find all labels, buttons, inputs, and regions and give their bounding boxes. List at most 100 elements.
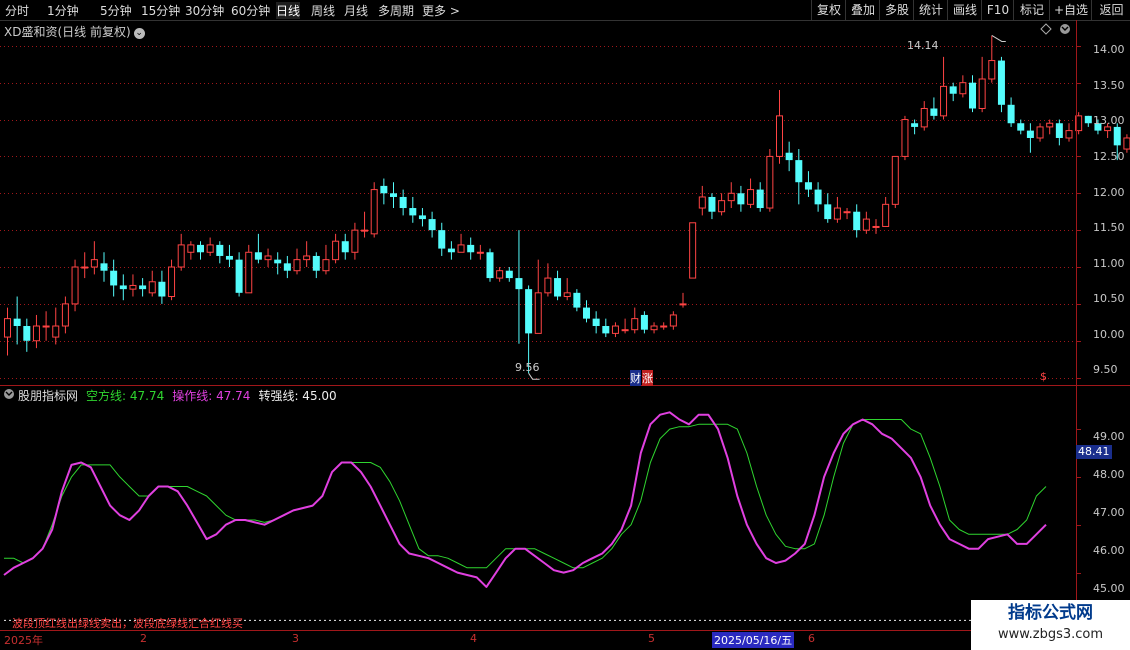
candle-body bbox=[544, 277, 552, 294]
candle bbox=[804, 171, 812, 197]
zhang-marker[interactable]: 涨 bbox=[642, 370, 653, 386]
strategy-note: 波段顶红线出绿线卖出，波段底绿线汇合红线买 bbox=[12, 617, 243, 630]
candle-body bbox=[843, 211, 851, 214]
candle bbox=[23, 318, 31, 352]
candle-body bbox=[708, 196, 716, 212]
candle-body bbox=[640, 314, 648, 330]
candle-body bbox=[891, 155, 899, 205]
date-label: 2025年 bbox=[4, 634, 43, 647]
candle bbox=[4, 307, 11, 356]
candle bbox=[254, 233, 262, 264]
zhuanqiang-value: 转强线: 45.00 bbox=[258, 389, 337, 403]
diamond-icon[interactable] bbox=[1040, 23, 1052, 35]
candle bbox=[997, 56, 1005, 113]
kongfang-line bbox=[4, 419, 1047, 569]
candle-body bbox=[930, 108, 938, 116]
candle-body bbox=[110, 270, 118, 286]
candle-body bbox=[969, 82, 976, 109]
candle-body bbox=[467, 244, 475, 253]
candle bbox=[235, 252, 243, 297]
candle bbox=[447, 241, 455, 260]
candle-body bbox=[988, 60, 996, 80]
candle bbox=[380, 178, 388, 205]
candle-body bbox=[341, 241, 349, 253]
price-tick: 12.50 bbox=[1093, 150, 1125, 163]
price-tick: 12.00 bbox=[1093, 186, 1125, 199]
selected-date[interactable]: 2025/05/16/五 bbox=[712, 632, 795, 648]
candle bbox=[1036, 123, 1044, 142]
candle-body bbox=[177, 244, 185, 268]
candle bbox=[139, 278, 147, 297]
candle-body bbox=[872, 225, 880, 228]
candle-body bbox=[380, 185, 388, 194]
candle-body bbox=[81, 266, 89, 269]
candle bbox=[766, 149, 774, 212]
candle-body bbox=[650, 325, 658, 331]
candle bbox=[573, 289, 581, 312]
candle bbox=[158, 270, 166, 304]
candle bbox=[216, 241, 224, 264]
candle bbox=[1007, 97, 1015, 127]
candle-body bbox=[100, 263, 108, 271]
candle-body bbox=[1026, 130, 1034, 138]
candle-body bbox=[1055, 123, 1063, 138]
candle-body bbox=[119, 285, 127, 290]
candle bbox=[785, 141, 793, 172]
candle-body bbox=[631, 318, 639, 331]
candle-body bbox=[1065, 130, 1073, 139]
candle-body bbox=[129, 284, 137, 290]
candle bbox=[129, 274, 137, 297]
candle bbox=[515, 230, 523, 344]
candle-body bbox=[71, 266, 79, 305]
candle bbox=[418, 208, 426, 227]
candle-body bbox=[390, 193, 397, 197]
candle bbox=[168, 259, 176, 301]
cai-marker[interactable]: 财 bbox=[630, 370, 641, 386]
candle-body bbox=[505, 270, 513, 279]
candle-body bbox=[486, 252, 494, 279]
candle-body bbox=[197, 244, 204, 253]
candle bbox=[756, 182, 764, 212]
candle-body bbox=[139, 285, 147, 290]
candle bbox=[1065, 123, 1073, 142]
candle-body bbox=[409, 208, 417, 216]
candle-body bbox=[804, 182, 812, 190]
candle bbox=[351, 222, 359, 260]
candle bbox=[554, 270, 562, 301]
candle bbox=[245, 244, 253, 294]
date-label: 3 bbox=[292, 632, 299, 645]
candle-body bbox=[679, 303, 687, 306]
candle-body bbox=[563, 292, 571, 298]
candle-body bbox=[90, 259, 98, 268]
indicator-menu-icon[interactable] bbox=[4, 389, 14, 399]
circle-close-icon[interactable] bbox=[1060, 24, 1070, 34]
price-tick: 11.00 bbox=[1093, 257, 1125, 270]
candle bbox=[833, 196, 841, 223]
price-tick: 13.50 bbox=[1093, 79, 1125, 92]
candle-body bbox=[833, 207, 841, 220]
kline-chart[interactable] bbox=[0, 0, 1130, 650]
candle-body bbox=[766, 155, 774, 209]
candle-body bbox=[814, 189, 822, 205]
candle-body bbox=[332, 240, 340, 261]
candle bbox=[920, 101, 928, 131]
candle bbox=[583, 300, 590, 323]
candle-body bbox=[447, 248, 455, 253]
candle bbox=[862, 211, 870, 234]
indicator-tick: 46.00 bbox=[1093, 544, 1125, 557]
candle-body bbox=[42, 325, 50, 328]
candle bbox=[949, 82, 957, 102]
indicator-tick: 45.00 bbox=[1093, 582, 1125, 595]
candle bbox=[119, 274, 127, 301]
candle-body bbox=[254, 252, 262, 260]
candle bbox=[81, 252, 89, 279]
s-marker[interactable]: $ bbox=[1040, 370, 1047, 383]
candle-body bbox=[611, 325, 619, 334]
candle bbox=[42, 311, 50, 341]
candle bbox=[100, 252, 108, 282]
candle-body bbox=[534, 292, 542, 334]
watermark-url: www.zbgs3.com bbox=[997, 627, 1104, 642]
indicator-name[interactable]: 股朋指标网 bbox=[18, 389, 78, 403]
candle bbox=[660, 322, 668, 330]
candle bbox=[679, 292, 687, 308]
